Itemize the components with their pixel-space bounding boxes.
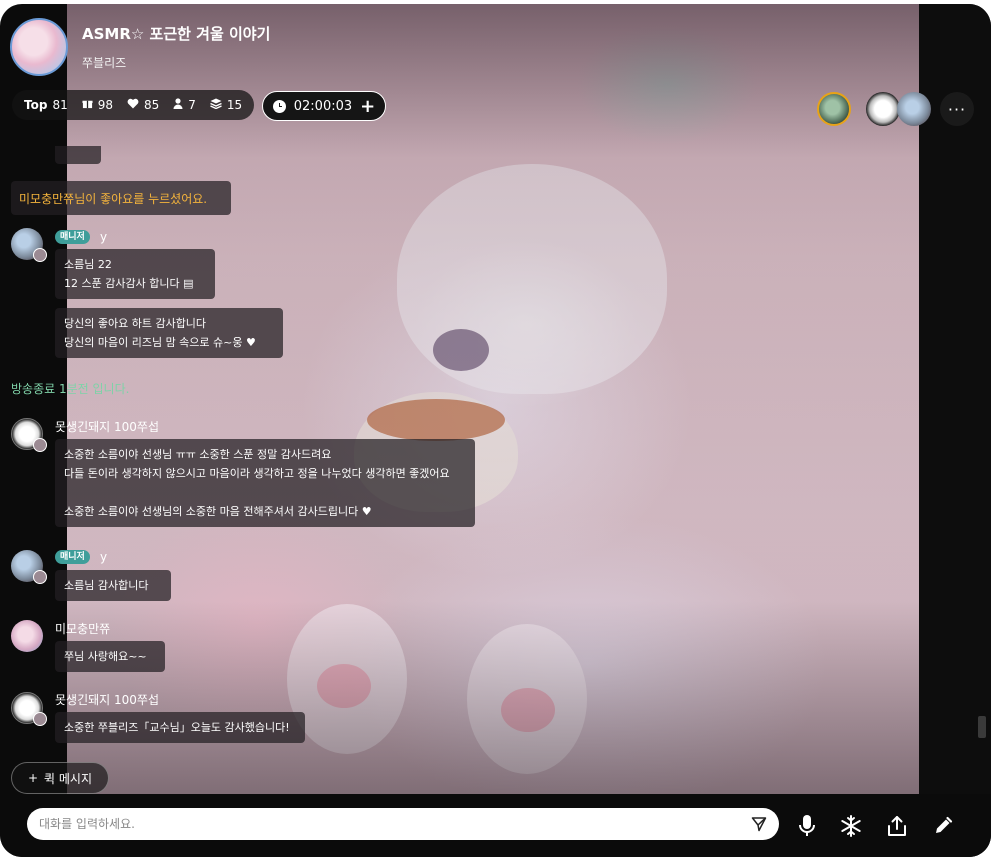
chat-bubble: 소름님 22 12 스푼 감사감사 합니다 ▤ (55, 249, 215, 299)
pencil-icon[interactable] (931, 814, 955, 838)
chat-username[interactable]: 못생긴돼지 100쭈섭 (55, 418, 159, 435)
gift-count: 98 (97, 98, 113, 112)
fan-badge-icon (33, 570, 47, 584)
chat-bubble: 당신의 좋아요 하트 감사합니다 당신의 마음이 리즈님 맘 속으로 슈~웅 ♥ (55, 308, 283, 358)
room-title: ASMR☆ 포근한 겨울 이야기 (82, 25, 271, 43)
plus-icon: + (27, 771, 39, 785)
manager-tag: 매니저 (55, 550, 90, 564)
broadcast-timer[interactable]: 02:00:03 + (262, 91, 386, 121)
streamer-avatar[interactable] (10, 18, 68, 76)
heart-icon (127, 98, 139, 112)
clock-icon (272, 99, 286, 113)
gift-icon (82, 98, 93, 112)
chat-bubble: 소름님 감사합니다 (55, 570, 171, 601)
more-options-button[interactable]: ··· (940, 92, 974, 126)
rank-label: Top (24, 98, 48, 112)
chat-bubble: 소중한 소름이야 선생님 ㅠㅠ 소중한 스푼 정말 감사드려요 다들 돈이라 생… (55, 439, 475, 527)
microphone-icon[interactable] (795, 814, 819, 838)
layers-icon (210, 98, 222, 112)
header-text: ASMR☆ 포근한 겨울 이야기 쭈블리즈 (82, 23, 270, 71)
scrollbar-thumb[interactable] (978, 716, 986, 738)
snowflake-icon[interactable] (839, 814, 863, 838)
rank-value: 81 (52, 98, 68, 112)
chat-avatar[interactable] (11, 620, 43, 652)
live-room: ASMR☆ 포근한 겨울 이야기 쭈블리즈 Top 81 98 85 7 15 … (0, 4, 991, 857)
person-icon (173, 98, 183, 112)
fan-badge-icon (33, 248, 47, 262)
top-fan-avatar-1[interactable] (817, 92, 851, 126)
extend-time-plus-icon[interactable]: + (360, 96, 375, 117)
quick-message-label: 퀵 메시지 (44, 771, 93, 786)
chat-bubble: 쭈님 사랑해요~~ (55, 641, 165, 672)
chat-username[interactable]: y (100, 230, 107, 244)
room-header: ASMR☆ 포근한 겨울 이야기 쭈블리즈 (10, 18, 270, 76)
chat-username[interactable]: 미모충만쮸 (55, 620, 110, 637)
layers-count: 15 (226, 98, 243, 112)
bear-nose-shape (433, 329, 489, 371)
bear-paw-right (467, 624, 587, 774)
share-icon[interactable] (885, 814, 909, 838)
chat-username[interactable]: 못생긴돼지 100쭈섭 (55, 691, 159, 708)
broadcast-end-notice: 방송종료 1분전 입니다. (11, 382, 130, 396)
send-icon[interactable] (751, 816, 767, 832)
fan-badge-icon (33, 712, 47, 726)
chat-input[interactable] (39, 817, 751, 831)
gift-stat: 98 (82, 98, 113, 112)
quick-message-button[interactable]: + 퀵 메시지 (11, 762, 109, 794)
paw-pad (501, 688, 555, 732)
chat-bubble: 소중한 쭈블리즈「교수님」오늘도 감사했습니다! (55, 712, 305, 743)
top-fan-avatar-3[interactable] (897, 92, 931, 126)
stats-bar[interactable]: Top 81 98 85 7 15 (12, 90, 255, 120)
like-notice: 미모충만쮸님이 좋아요를 누르셨어요. (11, 181, 231, 215)
manager-tag: 매니저 (55, 230, 90, 244)
viewers-count: 7 (188, 98, 196, 112)
viewers-stat: 7 (173, 98, 196, 112)
likes-count: 85 (144, 98, 160, 112)
bear-paw-left (287, 604, 407, 754)
chat-input-container[interactable] (27, 808, 779, 840)
paw-pad (317, 664, 371, 708)
streamer-name[interactable]: 쭈블리즈 (82, 54, 270, 71)
chat-username[interactable]: y (100, 550, 107, 564)
top-fan-avatar-2[interactable] (866, 92, 900, 126)
fan-badge-icon (33, 438, 47, 452)
rank-stat: Top 81 (24, 98, 68, 112)
chat-bubble-partial (55, 146, 101, 164)
tea-shape (367, 399, 505, 441)
likes-stat: 85 (127, 98, 159, 112)
bear-face-shape (397, 164, 667, 394)
layers-stat: 15 (210, 98, 242, 112)
timer-value: 02:00:03 (293, 98, 353, 114)
